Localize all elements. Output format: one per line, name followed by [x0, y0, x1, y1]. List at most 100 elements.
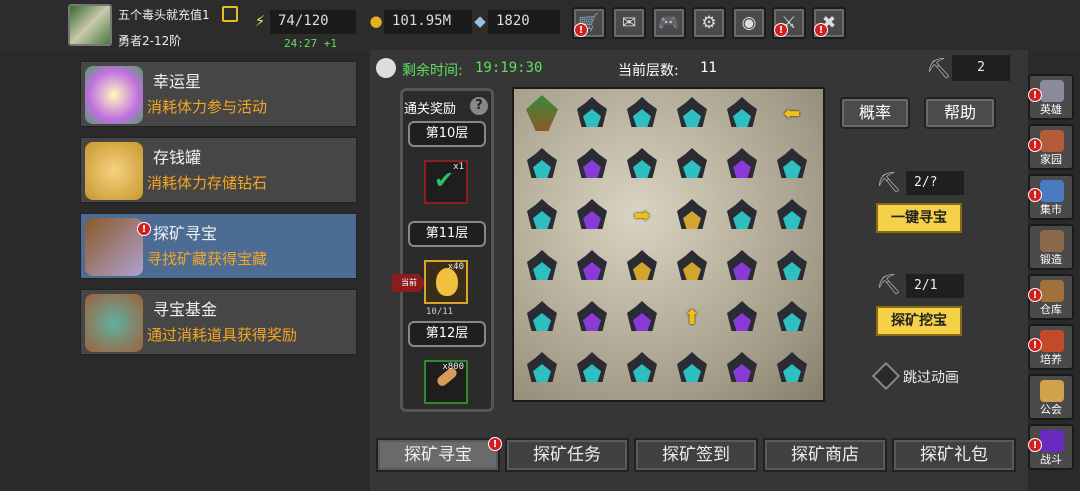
sidebar-item-label: 家园: [1040, 153, 1062, 166]
mine-cell[interactable]: [722, 144, 762, 184]
sidebar-item-4[interactable]: 仓库!: [1028, 274, 1074, 320]
alert-badge: !: [774, 23, 788, 37]
gamepad-button[interactable]: 🎮: [652, 7, 686, 39]
mine-cell[interactable]: [522, 246, 562, 286]
sidebar-item-6[interactable]: 公会: [1028, 374, 1074, 420]
mine-cell[interactable]: [672, 195, 712, 235]
floor-11-reward-qty: x40: [447, 262, 464, 272]
mine-cell[interactable]: [572, 195, 612, 235]
mine-cell[interactable]: [572, 246, 612, 286]
alert-badge: !: [1028, 338, 1042, 352]
mine-cell[interactable]: [622, 246, 662, 286]
mail-button[interactable]: ✉: [612, 7, 646, 39]
edit-name-icon[interactable]: [222, 6, 238, 22]
sidebar-item-label: 锻造: [1040, 253, 1062, 266]
mine-cell[interactable]: [522, 195, 562, 235]
sidebar-item-5[interactable]: 培养!: [1028, 324, 1074, 370]
tab-2[interactable]: 探矿签到: [634, 438, 758, 472]
menu-item-0[interactable]: 幸运星 消耗体力参与活动: [80, 61, 357, 127]
gem-value: 1820: [488, 10, 560, 34]
auto-dig-button[interactable]: 一键寻宝: [876, 203, 962, 233]
sidebar-item-2[interactable]: 集市!: [1028, 174, 1074, 220]
mine-cell[interactable]: [522, 144, 562, 184]
sidebar-item-label: 培养: [1040, 353, 1062, 366]
sidebar-item-icon: [1040, 430, 1064, 452]
mine-cell[interactable]: [522, 297, 562, 337]
sidebar-item-label: 英雄: [1040, 103, 1062, 116]
tab-0[interactable]: 探矿寻宝: [376, 438, 500, 472]
gear-button[interactable]: ⚙: [692, 7, 726, 39]
floor-10-label: 第10层: [408, 121, 486, 147]
mine-cell[interactable]: ⬅: [772, 93, 812, 133]
menu-item-3[interactable]: 寻宝基金 通过消耗道具获得奖励: [80, 289, 357, 355]
alert-badge: !: [137, 222, 151, 236]
mine-cell[interactable]: [622, 93, 662, 133]
mine-cell[interactable]: [722, 348, 762, 388]
mine-cell[interactable]: [622, 297, 662, 337]
tab-4[interactable]: 探矿礼包: [892, 438, 1016, 472]
mine-cell[interactable]: [572, 93, 612, 133]
mine-cell[interactable]: [722, 297, 762, 337]
sidebar-item-1[interactable]: 家园!: [1028, 124, 1074, 170]
menu-item-title: 存钱罐: [153, 148, 202, 167]
mine-cell[interactable]: [572, 348, 612, 388]
mail-icon: ✉: [621, 13, 637, 33]
mine-cell[interactable]: [722, 246, 762, 286]
gamepad-icon: 🎮: [658, 13, 680, 33]
tab-1[interactable]: 探矿任务: [505, 438, 629, 472]
mine-cell[interactable]: [772, 144, 812, 184]
mine-cell[interactable]: [672, 246, 712, 286]
color-wheel-icon: ◉: [741, 13, 757, 33]
mine-cell[interactable]: [522, 348, 562, 388]
mine-cell[interactable]: [622, 144, 662, 184]
mine-cell[interactable]: [522, 93, 562, 133]
mine-cell[interactable]: [572, 144, 612, 184]
auto-dig-count: 2/?: [906, 171, 964, 195]
menu-item-1[interactable]: 存钱罐 消耗体力存储钻石: [80, 137, 357, 203]
shop-cart-button[interactable]: 🛒!: [572, 7, 606, 39]
dig-button[interactable]: 探矿挖宝: [876, 306, 962, 336]
rate-button[interactable]: 概率: [840, 97, 910, 129]
mine-cell[interactable]: ⬆: [672, 297, 712, 337]
menu-item-icon: [85, 142, 143, 200]
energy-value: 74/120: [270, 10, 356, 34]
mine-cell[interactable]: [772, 246, 812, 286]
sidebar-item-7[interactable]: 战斗!: [1028, 424, 1074, 470]
mine-cell[interactable]: [722, 93, 762, 133]
help-button[interactable]: 帮助: [924, 97, 996, 129]
alert-badge: !: [574, 23, 588, 37]
player-avatar[interactable]: [68, 4, 112, 46]
dungeon-button[interactable]: ⚔!: [772, 7, 806, 39]
mine-cell[interactable]: [772, 195, 812, 235]
menu-item-icon: [85, 294, 143, 352]
mine-cell[interactable]: [722, 195, 762, 235]
mine-cell[interactable]: [672, 348, 712, 388]
floor-11-reward[interactable]: x40: [424, 260, 468, 304]
mine-cell[interactable]: [672, 144, 712, 184]
mine-cell[interactable]: ➡: [622, 195, 662, 235]
mine-board: ⬅ ➡ ⬆: [512, 87, 825, 402]
color-wheel-button[interactable]: ◉: [732, 7, 766, 39]
menu-item-2[interactable]: 探矿寻宝 寻找矿藏获得宝藏!: [80, 213, 357, 279]
battle-button[interactable]: ✖!: [812, 7, 846, 39]
menu-item-subtitle: 消耗体力参与活动: [147, 98, 268, 116]
hero-sprite: [526, 95, 558, 131]
rewards-help-icon[interactable]: ?: [470, 97, 488, 115]
player-name: 五个毒头就充值1: [118, 8, 210, 22]
sidebar-item-icon: [1040, 130, 1064, 152]
menu-item-subtitle: 寻找矿藏获得宝藏: [147, 250, 268, 268]
mine-cell[interactable]: [622, 348, 662, 388]
alert-badge: !: [1028, 438, 1042, 452]
sidebar-item-0[interactable]: 英雄!: [1028, 74, 1074, 120]
mine-cell[interactable]: [572, 297, 612, 337]
mine-cell[interactable]: [772, 348, 812, 388]
pickaxe-icon: ⛏: [926, 56, 952, 80]
floor-12-reward[interactable]: x800: [424, 360, 468, 404]
pickaxe-count: 2: [952, 55, 1010, 81]
arrow-left-icon: ⬅: [783, 101, 801, 125]
mine-cell[interactable]: [772, 297, 812, 337]
mine-cell[interactable]: [672, 93, 712, 133]
tab-3[interactable]: 探矿商店: [763, 438, 887, 472]
sidebar-item-3[interactable]: 锻造: [1028, 224, 1074, 270]
floor-10-reward[interactable]: ✔ x1: [424, 160, 468, 204]
